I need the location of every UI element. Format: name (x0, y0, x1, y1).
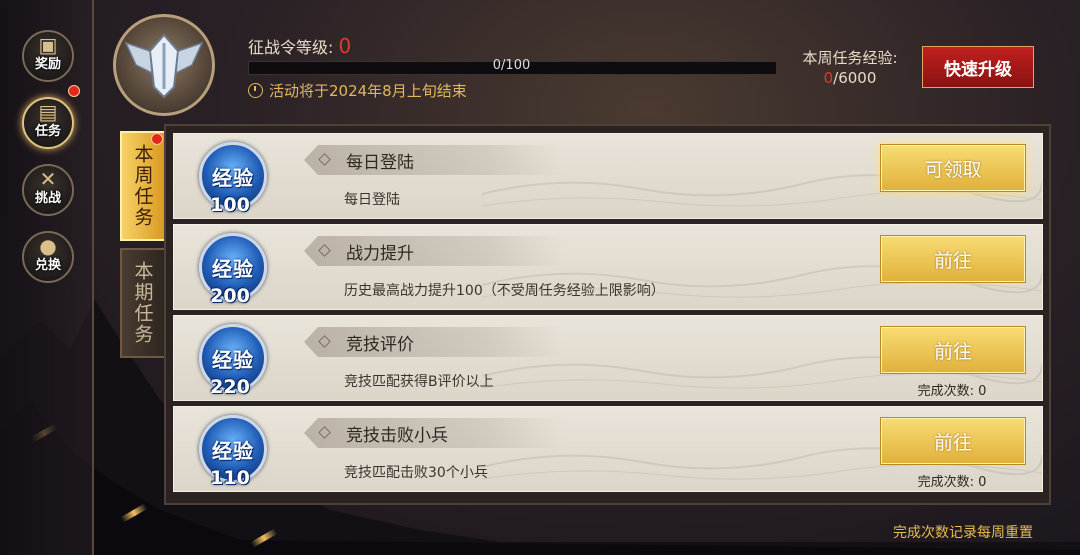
diamond-icon (318, 153, 331, 166)
task-title: 竞技评价 (346, 335, 414, 355)
nav-label: 奖励 (34, 56, 61, 72)
task-title: 每日登陆 (346, 153, 414, 173)
crossed-swords-icon: ✕ (39, 166, 57, 191)
task-title-bar: 竞技评价 (304, 327, 564, 357)
nav-item-tasks[interactable]: ▤ 任务 (22, 97, 74, 149)
rank-emblem (113, 14, 215, 116)
winged-shield-icon (124, 33, 204, 99)
nav-item-challenge[interactable]: ✕ 挑战 (22, 164, 74, 216)
spark-decoration (250, 528, 278, 548)
task-description: 历史最高战力提升100（不受周任务经验上限影响） (344, 283, 665, 299)
go-button[interactable]: 前往 (880, 326, 1026, 374)
quick-upgrade-button[interactable]: 快速升级 (922, 46, 1034, 88)
diamond-icon (318, 335, 331, 348)
task-description: 竞技匹配击败30个小兵 (344, 465, 488, 481)
task-description: 竞技匹配获得B评价以上 (344, 374, 494, 390)
week-xp-total: /6000 (833, 69, 877, 87)
tab-season-tasks[interactable]: 本期任务 (120, 248, 166, 358)
nav-label: 任务 (34, 123, 61, 139)
spark-decoration (120, 503, 148, 523)
nav-label: 挑战 (34, 190, 61, 206)
money-bag-icon: ● (39, 233, 57, 258)
task-description: 每日登陆 (344, 192, 400, 208)
level-value: 0 (338, 34, 352, 58)
diamond-icon (318, 244, 331, 257)
clock-icon (248, 83, 263, 98)
task-row: 经验 100 每日登陆 每日登陆 可领取 (173, 133, 1043, 219)
medal-word: 经验 (212, 165, 254, 190)
completion-count: 完成次数: 0 (917, 384, 987, 399)
go-button[interactable]: 前往 (880, 417, 1026, 465)
left-nav: ▣ 奖励 ▤ 任务 ✕ 挑战 ● 兑换 (0, 0, 94, 555)
event-end-text: 活动将于2024年8月上旬结束 (269, 82, 467, 100)
notification-badge (68, 85, 80, 97)
week-xp-label: 本周任务经验: (802, 49, 898, 67)
level-label-text: 征战令等级: (248, 38, 334, 57)
week-xp-current: 0 (823, 69, 834, 87)
task-row: 经验 110 竞技击败小兵 竞技匹配击败30个小兵 前往 完成次数: 0 (173, 406, 1043, 492)
task-title-bar: 战力提升 (304, 236, 564, 266)
task-xp-value: 100 (210, 194, 250, 216)
level-label: 征战令等级: 0 (248, 34, 351, 58)
task-xp-value: 110 (210, 467, 250, 489)
task-xp-value: 200 (210, 285, 250, 307)
tab-weekly-tasks[interactable]: 本周任务 (120, 131, 166, 241)
task-title: 战力提升 (346, 244, 414, 264)
weekly-reset-note: 完成次数记录每周重置 (893, 525, 1033, 541)
week-xp-value: 0/6000 (800, 69, 900, 87)
diamond-icon (318, 426, 331, 439)
task-row: 经验 200 战力提升 历史最高战力提升100（不受周任务经验上限影响） 前往 (173, 224, 1043, 310)
nav-item-exchange[interactable]: ● 兑换 (22, 231, 74, 283)
claim-button[interactable]: 可领取 (880, 144, 1026, 192)
medal-word: 经验 (212, 438, 254, 463)
event-end-notice: 活动将于2024年8月上旬结束 (248, 80, 467, 101)
notification-badge (151, 133, 163, 145)
xp-progress-text: 0/100 (492, 58, 531, 73)
task-list: 经验 100 每日登陆 每日登陆 可领取 经验 200 战力提升 历史最高战力提… (164, 124, 1051, 505)
book-icon: ▤ (38, 99, 58, 124)
task-title-bar: 竞技击败小兵 (304, 418, 564, 448)
task-title-bar: 每日登陆 (304, 145, 564, 175)
medal-word: 经验 (212, 256, 254, 281)
treasure-chest-icon: ▣ (38, 32, 58, 57)
go-button[interactable]: 前往 (880, 235, 1026, 283)
task-xp-value: 220 (210, 376, 250, 398)
task-row: 经验 220 竞技评价 竞技匹配获得B评价以上 前往 完成次数: 0 (173, 315, 1043, 401)
task-title: 竞技击败小兵 (346, 426, 448, 446)
nav-item-rewards[interactable]: ▣ 奖励 (22, 30, 74, 82)
medal-word: 经验 (212, 347, 254, 372)
nav-label: 兑换 (34, 257, 61, 273)
completion-count: 完成次数: 0 (917, 475, 987, 490)
